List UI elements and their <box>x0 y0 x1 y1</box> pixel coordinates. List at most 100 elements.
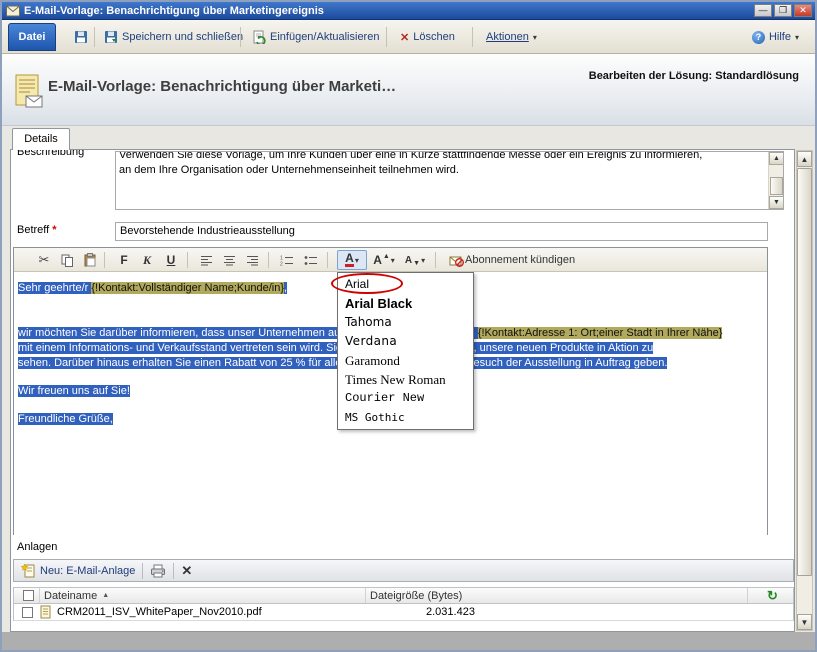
window-envelope-icon <box>6 5 20 17</box>
delete-attachment-button[interactable]: ✕ <box>174 560 199 581</box>
font-menu-item-arial-black[interactable]: Arial Black <box>338 294 473 313</box>
align-left-button[interactable] <box>196 250 216 270</box>
numbered-list-icon: 1 2 <box>280 255 294 266</box>
font-icon: A <box>345 253 354 267</box>
help-icon: ? <box>752 31 765 44</box>
form-scrollbar[interactable]: ▲ ▼ <box>796 150 813 631</box>
scroll-down-icon[interactable]: ▼ <box>769 196 784 209</box>
italic-button[interactable]: K <box>137 250 157 270</box>
delete-label: Löschen <box>413 31 455 43</box>
tab-details[interactable]: Details <box>12 128 70 150</box>
scissors-icon: ✂ <box>39 252 50 268</box>
attachment-filesize: 2.031.423 <box>426 606 475 618</box>
insert-update-icon <box>252 30 266 44</box>
column-header-filesize[interactable]: Dateigröße (Bytes) <box>366 588 748 603</box>
new-attachment-button[interactable]: Neu: E-Mail-Anlage <box>14 560 142 581</box>
paragraph-text: mit einem Informations- und Verkaufsstan… <box>18 342 653 354</box>
description-field[interactable]: Verwenden Sie diese Vorlage, um Ihre Kun… <box>115 151 784 210</box>
font-caret-icon: ▾ <box>355 256 359 265</box>
help-label: Hilfe <box>769 31 791 43</box>
toolbar-separator <box>472 27 473 47</box>
copy-icon <box>61 254 74 267</box>
editor-separator <box>268 252 269 268</box>
contact-city-token: {!Kontakt:Adresse 1: Ort;einer Stadt in … <box>478 327 723 339</box>
description-label: Beschreibung <box>17 149 84 158</box>
delete-button[interactable]: ✕ Löschen <box>394 26 461 48</box>
page-header: E-Mail-Vorlage: Benachrichtigung über Ma… <box>2 54 815 126</box>
decrease-font-size-button[interactable]: A ▼ ▾ <box>401 250 429 270</box>
print-button[interactable] <box>143 560 173 581</box>
font-menu-item-garamond[interactable]: Garamond <box>338 351 473 370</box>
filename-header-label: Dateiname <box>44 590 97 602</box>
copy-button[interactable] <box>57 250 77 270</box>
email-template-form-icon <box>14 74 44 110</box>
scroll-thumb[interactable] <box>770 177 783 195</box>
scrollbar-thumb[interactable] <box>797 168 812 576</box>
save-and-close-label: Speichern und schließen <box>122 31 243 43</box>
bold-button[interactable]: F <box>114 250 134 270</box>
minimize-button[interactable]: — <box>754 4 772 17</box>
row-checkbox-cell <box>14 607 40 618</box>
font-menu-item-ms-gothic[interactable]: MS Gothic <box>338 408 473 427</box>
attachments-grid-header: Dateiname ▲ Dateigröße (Bytes) ↻ <box>13 587 794 604</box>
attachments-toolbar: Neu: E-Mail-Anlage ✕ <box>13 559 794 582</box>
toolbar-separator <box>240 27 241 47</box>
font-menu-item-verdana[interactable]: Verdana <box>338 332 473 351</box>
font-menu-item-arial[interactable]: Arial <box>338 275 473 294</box>
column-header-filename[interactable]: Dateiname ▲ <box>40 588 366 603</box>
editor-separator <box>187 252 188 268</box>
scrollbar-up-icon[interactable]: ▲ <box>797 151 812 167</box>
subject-input[interactable]: Bevorstehende Industrieausstellung <box>115 222 768 241</box>
save-icon <box>74 30 88 44</box>
font-menu-item-times-new-roman[interactable]: Times New Roman <box>338 370 473 389</box>
paste-button[interactable] <box>80 250 100 270</box>
description-scrollbar[interactable]: ▲ ▼ <box>768 152 783 209</box>
font-button[interactable]: A ▾ <box>337 250 367 270</box>
help-menu-button[interactable]: ? Hilfe ▾ <box>746 26 805 48</box>
unsubscribe-label: Abonnement kündigen <box>465 254 575 266</box>
closing-text: Wir freuen uns auf Sie! <box>18 385 130 397</box>
font-menu-item-courier-new[interactable]: Courier New <box>338 389 473 408</box>
font-menu-item-tahoma[interactable]: Tahoma <box>338 313 473 332</box>
filesize-header-label: Dateigröße (Bytes) <box>370 590 462 602</box>
crm-email-template-window: E-Mail-Vorlage: Benachrichtigung über Ma… <box>0 0 817 652</box>
underline-button[interactable]: U <box>161 250 181 270</box>
actions-caret-icon: ▾ <box>533 33 537 42</box>
insert-update-button[interactable]: Einfügen/Aktualisieren <box>246 26 385 48</box>
maximize-button[interactable]: ❐ <box>774 4 792 17</box>
new-attachment-label: Neu: E-Mail-Anlage <box>40 565 135 577</box>
refresh-icon[interactable]: ↻ <box>767 588 778 604</box>
save-close-icon <box>104 30 118 44</box>
solution-context-label: Bearbeiten der Lösung: Standardlösung <box>589 70 799 82</box>
form-body: Beschreibung Verwenden Sie diese Vorlage… <box>10 149 795 632</box>
page-title: E-Mail-Vorlage: Benachrichtigung über Ma… <box>48 78 396 95</box>
insert-update-label: Einfügen/Aktualisieren <box>270 31 379 43</box>
subject-label: Betreff * <box>17 224 57 236</box>
attachment-row[interactable]: CRM2011_ISV_WhitePaper_Nov2010.pdf 2.031… <box>13 604 794 621</box>
window-title: E-Mail-Vorlage: Benachrichtigung über Ma… <box>24 5 324 17</box>
bullet-list-button[interactable] <box>301 250 321 270</box>
align-center-button[interactable] <box>219 250 239 270</box>
svg-text:2: 2 <box>280 261 283 266</box>
actions-menu-button[interactable]: Aktionen ▾ <box>480 26 543 48</box>
file-tab[interactable]: Datei <box>8 23 56 51</box>
row-checkbox[interactable] <box>22 607 33 618</box>
cut-button[interactable]: ✂ <box>34 250 54 270</box>
increase-font-size-button[interactable]: A ▲ ▾ <box>370 250 398 270</box>
close-button[interactable]: ✕ <box>794 4 812 17</box>
select-all-cell <box>14 588 40 603</box>
paste-icon <box>84 253 97 267</box>
select-all-checkbox[interactable] <box>23 590 34 601</box>
save-button[interactable] <box>68 26 94 48</box>
numbered-list-button[interactable]: 1 2 <box>277 250 297 270</box>
align-left-icon <box>200 255 213 266</box>
unsubscribe-button[interactable]: Abonnement kündigen <box>442 250 582 270</box>
save-and-close-button[interactable]: Speichern und schließen <box>98 26 249 48</box>
align-right-button[interactable] <box>242 250 262 270</box>
delete-icon: ✕ <box>400 31 409 44</box>
scrollbar-down-icon[interactable]: ▼ <box>797 614 812 630</box>
actions-label: Aktionen <box>486 31 529 43</box>
toolbar-separator <box>386 27 387 47</box>
scroll-up-icon[interactable]: ▲ <box>769 152 784 165</box>
description-line: Verwenden Sie diese Vorlage, um Ihre Kun… <box>119 151 766 163</box>
